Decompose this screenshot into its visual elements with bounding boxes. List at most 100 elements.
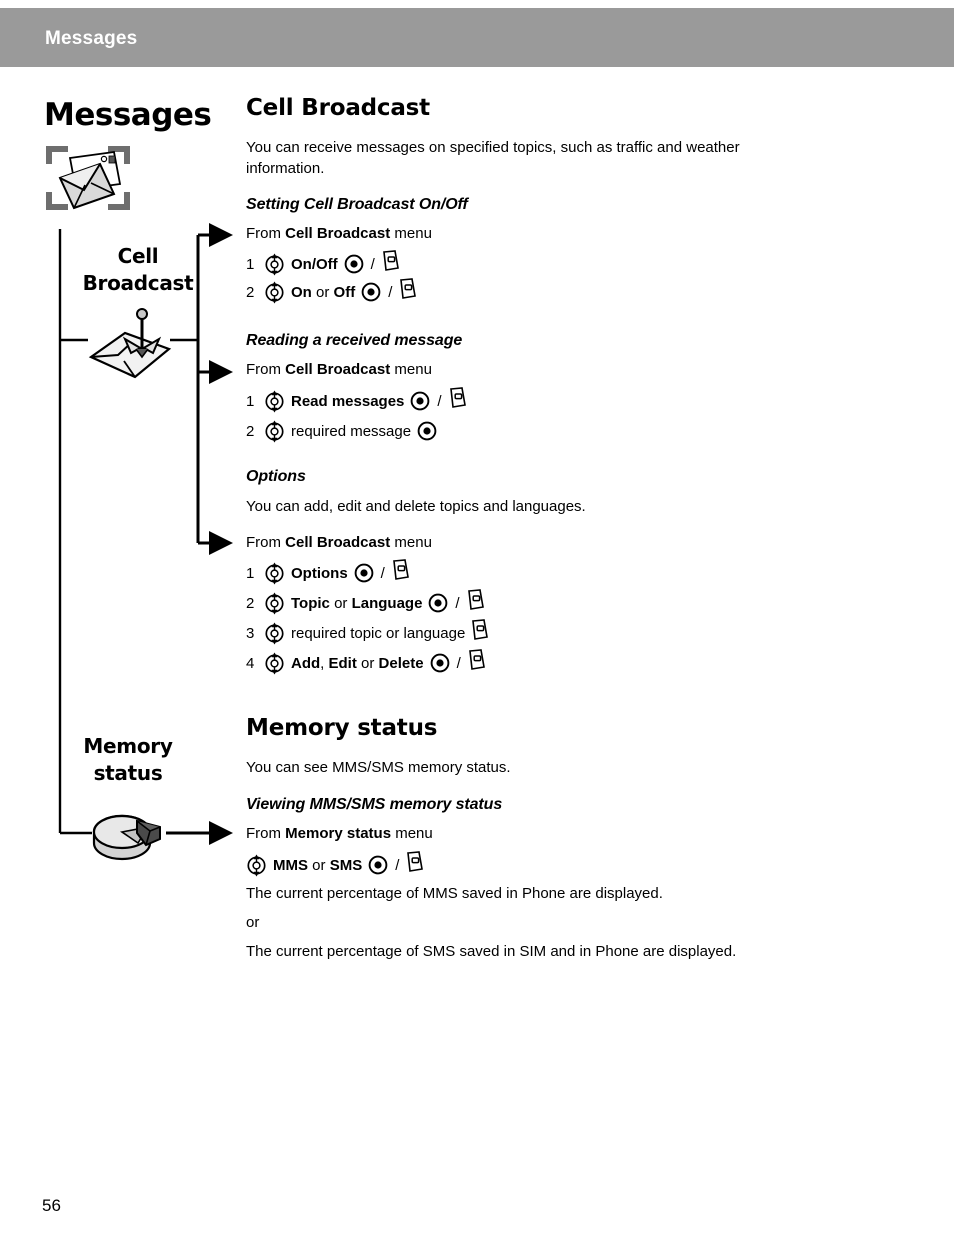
soft-key-icon [399, 278, 417, 300]
navigation-key-icon [246, 854, 267, 877]
step-number: 1 [246, 564, 255, 582]
section-intro-memory-status: You can see MMS/SMS memory status. [246, 759, 511, 776]
result-text-sms: The current percentage of SMS saved in S… [246, 943, 737, 960]
subsection-title-reading-message: Reading a received message [246, 332, 463, 349]
separator-slash: / [380, 564, 385, 582]
step-list-options: 1 Options / 2 Topic or Language / 3 requ… [246, 558, 489, 678]
from-suffix: menu [390, 361, 432, 378]
step-conjunction: or [312, 856, 326, 874]
pie-chart-icon [88, 805, 164, 865]
step-list-viewing-memory: MMS or SMS / [246, 850, 424, 880]
step-number: 1 [246, 255, 255, 273]
step-conjunction: or [316, 283, 330, 301]
result-text-or: or [246, 914, 260, 931]
from-menu-line-4: From Memory status menu [246, 825, 433, 842]
from-suffix: menu [390, 534, 432, 551]
section-intro-cell-broadcast: You can receive messages on specified to… [246, 139, 740, 177]
from-menu-name: Cell Broadcast [285, 361, 391, 378]
chapter-title: Messages [44, 97, 212, 133]
step-label-add: Add [291, 654, 321, 672]
separator-slash: / [437, 392, 442, 410]
separator-slash: / [455, 594, 460, 612]
subsection-note-options: You can add, edit and delete topics and … [246, 498, 586, 515]
step-label-language: Language [351, 594, 423, 612]
section-title-memory-status: Memory status [246, 715, 438, 741]
from-prefix: From [246, 534, 286, 551]
rail-item-cell-broadcast-label: Cell Broadcast [82, 244, 194, 295]
step-row: 4 Add, Edit or Delete / [246, 648, 489, 678]
from-menu-line-2: From Cell Broadcast menu [246, 361, 432, 378]
step-list-reading-message: 1 Read messages / 2 required message [246, 386, 467, 446]
navigation-key-icon [264, 652, 285, 675]
page-header-title: Messages [45, 28, 138, 49]
step-number: 4 [246, 654, 255, 672]
from-prefix: From [246, 825, 286, 842]
step-label-mms: MMS [273, 856, 308, 874]
soft-key-icon [467, 589, 485, 611]
step-row: MMS or SMS / [246, 850, 424, 880]
step-row: 1 Options / [246, 558, 489, 588]
from-menu-line-1: From Cell Broadcast menu [246, 225, 432, 242]
step-label: required message [291, 422, 412, 440]
navigation-key-icon [264, 420, 285, 443]
subsection-title-viewing-memory: Viewing MMS/SMS memory status [246, 796, 503, 813]
broadcast-envelope-icon [85, 305, 175, 385]
step-row: 1 On/Off / [246, 250, 417, 278]
from-suffix: menu [390, 225, 432, 242]
step-conjunction: or [334, 594, 348, 612]
step-row: 2 required message [246, 416, 467, 446]
soft-key-icon [392, 559, 410, 581]
from-menu-name: Cell Broadcast [285, 225, 391, 242]
select-key-icon [428, 593, 448, 613]
step-number: 2 [246, 422, 255, 440]
from-menu-name: Memory status [285, 825, 392, 842]
chapter-rail: Messages Cell Broadcast Memory status [0, 67, 240, 1167]
step-number: 2 [246, 594, 255, 612]
select-key-icon [368, 855, 388, 875]
navigation-key-icon [264, 622, 285, 645]
from-prefix: From [246, 225, 286, 242]
from-prefix: From [246, 361, 286, 378]
subsection-title-options: Options [246, 468, 306, 485]
step-row: 3 required topic or language [246, 618, 489, 648]
step-label: On/Off [291, 255, 338, 273]
select-key-icon [354, 563, 374, 583]
soft-key-icon [382, 250, 400, 272]
page-number: 56 [42, 1196, 61, 1215]
step-label-on: On [291, 283, 312, 301]
select-key-icon [417, 421, 437, 441]
select-key-icon [344, 254, 364, 274]
step-number: 3 [246, 624, 255, 642]
step-label: required topic or language [291, 624, 466, 642]
step-label-edit: Edit [328, 654, 357, 672]
step-label-topic: Topic [291, 594, 330, 612]
navigation-key-icon [264, 562, 285, 585]
from-suffix: menu [391, 825, 433, 842]
separator-slash: / [395, 856, 400, 874]
step-row: 2 Topic or Language / [246, 588, 489, 618]
select-key-icon [361, 282, 381, 302]
select-key-icon [430, 653, 450, 673]
section-title-cell-broadcast: Cell Broadcast [246, 95, 430, 121]
step-label: Options [291, 564, 348, 582]
step-list-setting-on-off: 1 On/Off / 2 On or Off / [246, 250, 417, 306]
step-conjunction: or [361, 654, 375, 672]
result-text-mms: The current percentage of MMS saved in P… [246, 885, 663, 902]
step-label-off: Off [333, 283, 356, 301]
navigation-key-icon [264, 592, 285, 615]
step-row: 1 Read messages / [246, 386, 467, 416]
step-label-delete: Delete [378, 654, 424, 672]
soft-key-icon [449, 387, 467, 409]
subsection-title-setting-on-off: Setting Cell Broadcast On/Off [246, 196, 468, 213]
navigation-key-icon [264, 390, 285, 413]
step-number: 2 [246, 283, 255, 301]
step-row: 2 On or Off / [246, 278, 417, 306]
soft-key-icon [406, 851, 424, 873]
soft-key-icon [468, 649, 486, 671]
step-label: Read messages [291, 392, 405, 410]
separator-slash: / [370, 255, 375, 273]
navigation-key-icon [264, 281, 285, 304]
envelope-in-brackets-icon [38, 138, 138, 218]
from-menu-name: Cell Broadcast [285, 534, 391, 551]
step-number: 1 [246, 392, 255, 410]
